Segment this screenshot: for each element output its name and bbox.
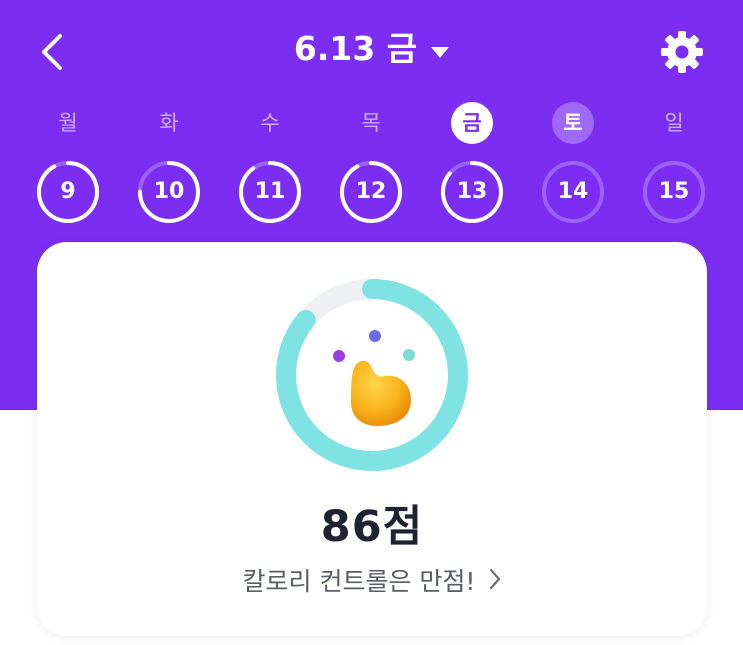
- day-number: 13: [456, 179, 488, 204]
- day-number: 10: [153, 179, 185, 204]
- day-14[interactable]: 토 14: [538, 102, 608, 225]
- score-card: 86점 칼로리 컨트롤은 만점!: [37, 242, 707, 636]
- settings-button[interactable]: [658, 28, 706, 76]
- score-message-link[interactable]: 칼로리 컨트롤은 만점!: [37, 562, 707, 598]
- blob-mascot-icon: [333, 330, 415, 426]
- day-13[interactable]: 금 13: [437, 102, 507, 225]
- day-progress-ring: 12: [338, 159, 404, 225]
- day-15[interactable]: 일 15: [639, 102, 709, 225]
- week-strip: 월 9 화 10 수 11 목 12 금 13 토 14 일 15: [0, 100, 743, 240]
- top-bar: 6.13 금: [0, 0, 743, 100]
- day-progress-ring: 15: [641, 159, 707, 225]
- day-of-week-label: 목: [361, 111, 381, 135]
- chevron-right-icon: [489, 567, 501, 596]
- score-value: 86점: [320, 502, 424, 552]
- day-progress-ring: 11: [237, 159, 303, 225]
- day-of-week-label: 토: [552, 102, 594, 144]
- day-12[interactable]: 목 12: [336, 102, 406, 225]
- day-10[interactable]: 화 10: [134, 102, 204, 225]
- gear-icon: [661, 31, 703, 73]
- day-number: 15: [658, 179, 690, 204]
- day-progress-ring: 14: [540, 159, 606, 225]
- day-number: 11: [254, 179, 286, 204]
- day-11[interactable]: 수 11: [235, 102, 305, 225]
- day-number: 12: [355, 179, 387, 204]
- date-selector[interactable]: 6.13 금: [0, 24, 743, 74]
- caret-down-icon: [431, 23, 450, 73]
- day-of-week-label: 월: [58, 111, 78, 135]
- day-number: 14: [557, 179, 589, 204]
- day-number: 9: [60, 179, 76, 204]
- date-label: 6.13 금: [293, 29, 418, 68]
- day-of-week-label: 금: [451, 102, 493, 144]
- day-progress-ring: 9: [35, 159, 101, 225]
- day-progress-ring: 13: [439, 159, 505, 225]
- day-of-week-label: 화: [159, 111, 179, 135]
- day-of-week-label: 수: [260, 111, 280, 135]
- day-of-week-label: 일: [664, 111, 684, 135]
- score-message: 칼로리 컨트롤은 만점!: [242, 567, 476, 596]
- day-9[interactable]: 월9: [33, 102, 103, 225]
- day-progress-ring: 10: [136, 159, 202, 225]
